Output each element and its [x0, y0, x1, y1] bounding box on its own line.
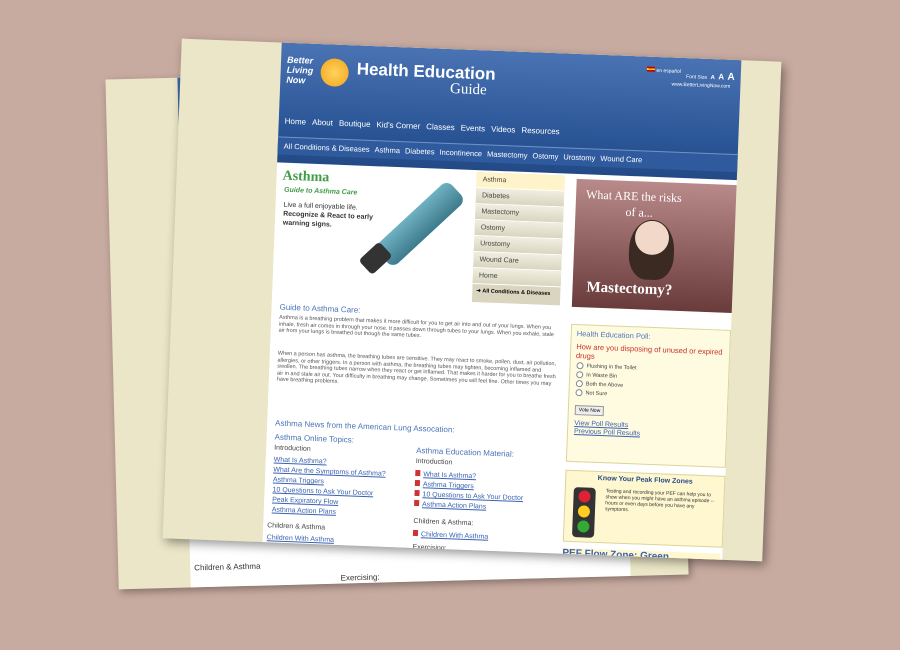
education-section2-link[interactable]: Children With Asthma [412, 529, 489, 541]
online-topics-section2-link[interactable]: Children With Asthma [267, 534, 335, 544]
pdf-icon [414, 479, 421, 487]
topic-link-4[interactable]: 10 Questions to Ask Your Doctor [272, 486, 373, 497]
poll-option-2-label: In Waste Bin [586, 371, 618, 380]
hero-text: Live a full enjoyable life. Recognize & … [283, 201, 374, 231]
nav-resources[interactable]: Resources [521, 126, 560, 136]
website: Better Living Now Health Education Guide… [262, 42, 742, 562]
font-large-button[interactable]: A [727, 72, 735, 83]
topic-link-2[interactable]: What Are the Symptoms of Asthma? [273, 467, 386, 478]
radio-icon[interactable] [576, 362, 584, 370]
mastectomy-promo[interactable]: What ARE the risks of a... Mastectomy? [571, 178, 737, 313]
edu-link-1-label: What Is Asthma? [423, 471, 477, 481]
peak-flow-box[interactable]: Know Your Peak Flow Zones Testing and re… [562, 469, 726, 548]
radio-icon[interactable] [576, 371, 584, 379]
nav-boutique[interactable]: Boutique [339, 119, 371, 129]
language-label: en español [656, 67, 682, 75]
pdf-icon [414, 499, 420, 507]
pdf-icon [414, 489, 420, 497]
education-intro: Introduction [415, 457, 453, 467]
traffic-light-icon [571, 487, 596, 538]
peak-flow-text: Testing and recording your PEF can help … [604, 488, 715, 514]
cat-urostomy[interactable]: Urostomy [563, 152, 595, 162]
font-small-button[interactable]: A [710, 75, 715, 81]
cat-wound-care[interactable]: Wound Care [600, 154, 642, 165]
nav-about[interactable]: About [312, 118, 333, 128]
promo-line-3: Mastectomy? [586, 279, 673, 299]
radio-icon[interactable] [575, 380, 583, 388]
peak-flow-title: Know Your Peak Flow Zones [597, 474, 693, 486]
cat-diabetes[interactable]: Diabetes [405, 146, 435, 156]
hero-title: Asthma [282, 168, 330, 186]
education-section2: Children & Asthma: [413, 517, 474, 528]
site-url[interactable]: www.BetterLivingNow.com [671, 82, 730, 90]
hero-text-2: Recognize & React to early warning signs… [282, 210, 374, 229]
condition-menu: Asthma Diabetes Mastectomy Ostomy Urosto… [471, 172, 565, 306]
edu-link-4-label: Asthma Action Plans [421, 501, 487, 511]
cat-incontinence[interactable]: Incontinence [439, 148, 482, 159]
main-nav: Home About Boutique Kid's Corner Classes… [285, 117, 560, 137]
promo-line-1: What ARE the risks [585, 187, 682, 205]
online-topics-title: Asthma Online Topics: [274, 432, 355, 445]
poll-option-4-label: Not Sure [585, 389, 608, 397]
edu-link-4[interactable]: Asthma Action Plans [414, 499, 487, 511]
back-exercising: Exercising: [340, 572, 380, 583]
nav-home[interactable]: Home [285, 117, 307, 127]
nav-kids-corner[interactable]: Kid's Corner [376, 120, 420, 131]
health-poll: Health Education Poll: How are you dispo… [565, 323, 732, 468]
site-header: Better Living Now Health Education Guide… [277, 42, 742, 181]
pdf-icon [412, 529, 419, 537]
main-page-sheet: Better Living Now Health Education Guide… [162, 38, 782, 562]
nav-events[interactable]: Events [460, 123, 485, 133]
font-medium-button[interactable]: A [718, 72, 724, 81]
nav-classes[interactable]: Classes [426, 122, 455, 132]
guide-paragraph-1: Asthma is a breathing problem that makes… [278, 314, 555, 340]
edu-link-1[interactable]: What Is Asthma? [415, 469, 477, 481]
site-subtitle: Guide [449, 81, 488, 99]
promo-line-2: of a... [625, 204, 654, 220]
education-title: Asthma Education Material: [416, 445, 515, 459]
cat-mastectomy[interactable]: Mastectomy [487, 149, 528, 160]
vote-button[interactable]: Vote Now [574, 405, 605, 417]
guide-paragraph-2: When a person has asthma, the breathing … [276, 350, 557, 387]
back-children-asthma: Children & Asthma [194, 561, 261, 573]
pdf-icon [415, 469, 421, 477]
nav-videos[interactable]: Videos [491, 125, 516, 135]
menu-all-conditions[interactable]: ➜ All Conditions & Diseases [472, 284, 560, 301]
topic-link-5[interactable]: Peak Expiratory Flow [272, 496, 338, 506]
education-section2-link-label: Children With Asthma [420, 531, 489, 541]
topic-link-1[interactable]: What Is Asthma? [274, 457, 327, 466]
font-size-label: Font Size [685, 74, 708, 81]
logo-sun-icon [320, 58, 350, 88]
hero-subtitle: Guide to Asthma Care [283, 186, 358, 197]
topic-link-3[interactable]: Asthma Triggers [273, 476, 324, 485]
language-link[interactable]: en español [647, 66, 682, 75]
spain-flag-icon [647, 66, 656, 72]
news-title[interactable]: Asthma News from the American Lung Assoc… [275, 419, 455, 435]
cat-ostomy[interactable]: Ostomy [532, 151, 558, 161]
radio-icon[interactable] [575, 389, 583, 397]
online-topics-section2: Children & Asthma [267, 522, 326, 532]
poll-title: Health Education Poll: [576, 329, 651, 341]
cat-all[interactable]: All Conditions & Diseases [284, 142, 370, 154]
online-topics-intro: Introduction [274, 444, 311, 453]
red-lamp-icon [578, 490, 591, 503]
edu-link-2[interactable]: Asthma Triggers [414, 479, 474, 491]
topic-link-6[interactable]: Asthma Action Plans [272, 506, 336, 515]
site-title: Health Education [356, 59, 496, 84]
guide-title: Guide to Asthma Care: [279, 302, 361, 315]
cat-asthma[interactable]: Asthma [374, 145, 400, 155]
poll-option-1-label: Flushing in the Toilet [586, 362, 637, 371]
yellow-lamp-icon [577, 505, 591, 518]
edu-link-2-label: Asthma Triggers [422, 481, 474, 491]
poll-option-3-label: Both the Above [585, 380, 624, 389]
menu-all-label: All Conditions & Diseases [482, 288, 551, 298]
font-size-control: Font Size A A A [686, 70, 735, 83]
green-lamp-icon [577, 520, 590, 533]
woman-portrait-image [627, 219, 676, 281]
